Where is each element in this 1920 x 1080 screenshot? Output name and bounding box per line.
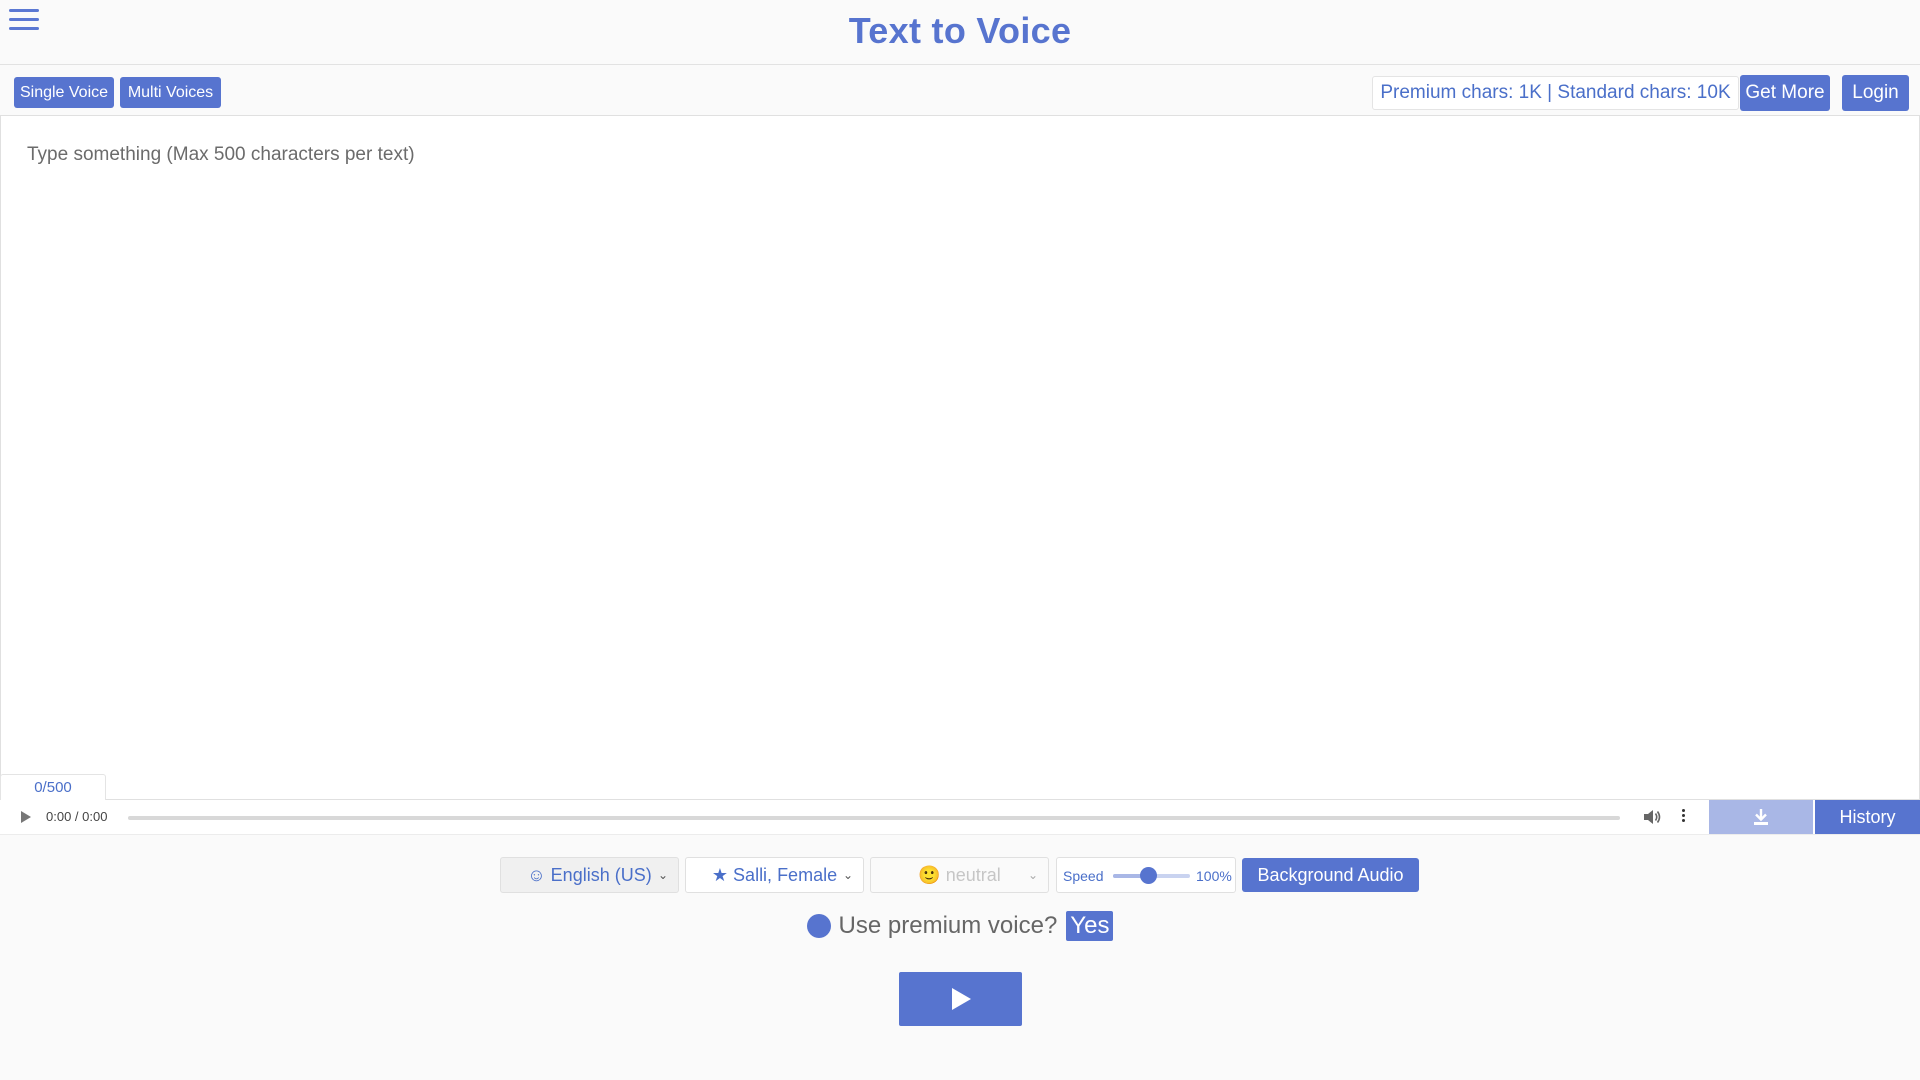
more-options-icon[interactable]	[1680, 809, 1686, 827]
audio-player: 0:00 / 0:00 History	[0, 800, 1920, 835]
smiley-icon: ☺	[527, 864, 546, 885]
voice-select[interactable]: ★ Salli, Female ⌄	[685, 857, 864, 893]
generate-play-button[interactable]	[899, 972, 1022, 1026]
speed-value: 100%	[1196, 868, 1232, 884]
speed-slider-thumb[interactable]	[1140, 867, 1157, 884]
chars-quota-info: Premium chars: 1K | Standard chars: 10K	[1372, 76, 1739, 110]
header: Text to Voice	[0, 0, 1920, 65]
text-editor	[0, 115, 1920, 800]
emotion-value: neutral	[945, 864, 1001, 885]
audio-progress-bar[interactable]	[128, 816, 1620, 820]
chevron-down-icon: ⌄	[1027, 868, 1038, 882]
neutral-face-icon: 🙂	[918, 864, 941, 885]
volume-icon[interactable]	[1642, 808, 1662, 826]
background-audio-button[interactable]: Background Audio	[1242, 858, 1419, 892]
speed-control: Speed 100%	[1056, 857, 1236, 893]
single-voice-button[interactable]: Single Voice	[14, 77, 114, 108]
speed-slider[interactable]	[1113, 867, 1190, 884]
download-button[interactable]	[1709, 800, 1813, 834]
get-more-button[interactable]: Get More	[1740, 75, 1830, 111]
emotion-select[interactable]: 🙂 neutral ⌄	[870, 857, 1049, 893]
premium-voice-radio[interactable]	[806, 914, 831, 938]
chevron-down-icon: ⌄	[842, 868, 853, 882]
premium-voice-yes[interactable]: Yes	[1066, 911, 1114, 941]
history-button[interactable]: History	[1815, 800, 1920, 834]
download-icon	[1754, 809, 1768, 825]
chevron-down-icon: ⌄	[657, 868, 668, 882]
page-title: Text to Voice	[848, 10, 1072, 51]
toolbar: Single Voice Multi Voices Premium chars:…	[0, 65, 1920, 115]
voice-controls: ☺ English (US) ⌄ ★ Salli, Female ⌄ 🙂 neu…	[0, 835, 1920, 1080]
premium-voice-row: Use premium voice? Yes	[0, 909, 1920, 943]
multi-voices-button[interactable]: Multi Voices	[120, 77, 221, 108]
language-select[interactable]: ☺ English (US) ⌄	[500, 857, 679, 893]
speed-label: Speed	[1063, 868, 1104, 884]
character-counter: 0/500	[0, 774, 106, 800]
voice-value: Salli, Female	[733, 864, 838, 885]
star-icon: ★	[711, 864, 729, 885]
audio-play-icon[interactable]	[21, 811, 31, 823]
language-value: English (US)	[550, 864, 652, 885]
play-icon	[951, 988, 971, 1010]
premium-voice-question: Use premium voice?	[838, 912, 1058, 939]
login-button[interactable]: Login	[1842, 75, 1909, 111]
audio-time: 0:00 / 0:00	[46, 809, 108, 824]
text-input[interactable]	[1, 116, 1919, 799]
